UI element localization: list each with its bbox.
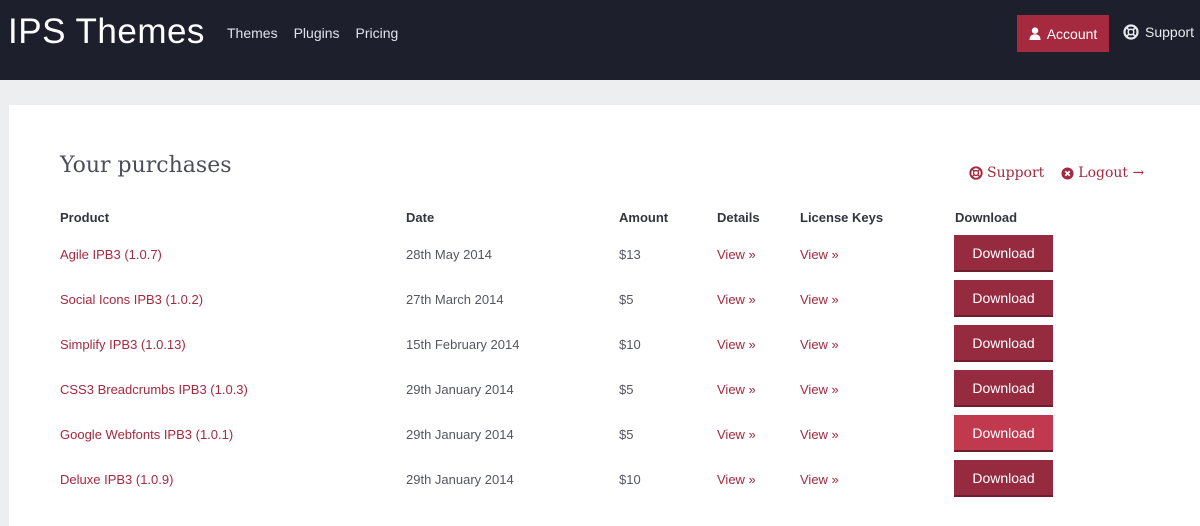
purchase-date: 27th March 2014 xyxy=(406,292,504,307)
support-link[interactable]: Support xyxy=(969,165,1044,181)
user-icon xyxy=(1029,27,1041,40)
purchase-amount: $5 xyxy=(619,427,634,442)
lifebuoy-icon xyxy=(1123,24,1139,40)
product-link[interactable]: Deluxe IPB3 (1.0.9) xyxy=(60,472,173,487)
account-button[interactable]: Account xyxy=(1017,15,1109,52)
table-row: CSS3 Breadcrumbs IPB3 (1.0.3) 29th Janua… xyxy=(9,368,1200,413)
purchase-amount: $5 xyxy=(619,292,634,307)
details-view-link[interactable]: View » xyxy=(717,427,756,442)
purchase-date: 15th February 2014 xyxy=(406,337,520,352)
download-button[interactable]: Download xyxy=(954,280,1053,317)
purchase-amount: $5 xyxy=(619,382,634,397)
lifebuoy-icon xyxy=(969,166,983,180)
column-header-details: Details xyxy=(717,210,760,225)
purchase-amount: $13 xyxy=(619,247,641,262)
page-title: Your purchases xyxy=(60,153,232,178)
panel-links: Support Logout → xyxy=(969,165,1144,181)
purchases-panel: Your purchases Support Logout → Product … xyxy=(9,105,1200,526)
product-link[interactable]: Social Icons IPB3 (1.0.2) xyxy=(60,292,203,307)
column-header-product: Product xyxy=(60,210,110,225)
details-view-link[interactable]: View » xyxy=(717,247,756,262)
column-header-amount: Amount xyxy=(619,210,669,225)
table-row: Simplify IPB3 (1.0.13) 15th February 201… xyxy=(9,323,1200,368)
license-keys-view-link[interactable]: View » xyxy=(800,472,839,487)
license-keys-view-link[interactable]: View » xyxy=(800,427,839,442)
purchase-amount: $10 xyxy=(619,337,641,352)
product-link[interactable]: CSS3 Breadcrumbs IPB3 (1.0.3) xyxy=(60,382,248,397)
support-nav-link[interactable]: Support xyxy=(1123,24,1194,40)
product-link[interactable]: Google Webfonts IPB3 (1.0.1) xyxy=(60,427,233,442)
purchase-date: 28th May 2014 xyxy=(406,247,493,262)
brand-logo[interactable]: IPS Themes xyxy=(8,12,205,52)
license-keys-view-link[interactable]: View » xyxy=(800,292,839,307)
license-keys-view-link[interactable]: View » xyxy=(800,382,839,397)
details-view-link[interactable]: View » xyxy=(717,382,756,397)
nav-plugins[interactable]: Plugins xyxy=(294,25,340,41)
table-row: Google Webfonts IPB3 (1.0.1) 29th Januar… xyxy=(9,413,1200,458)
download-button[interactable]: Download xyxy=(954,460,1053,497)
download-button[interactable]: Download xyxy=(954,325,1053,362)
support-label: Support xyxy=(1145,24,1195,40)
table-row: Deluxe IPB3 (1.0.9) 29th January 2014 $1… xyxy=(9,458,1200,503)
main-nav: Themes Plugins Pricing xyxy=(227,25,414,41)
purchase-date: 29th January 2014 xyxy=(406,427,514,442)
column-header-date: Date xyxy=(406,210,435,225)
license-keys-view-link[interactable]: View » xyxy=(800,247,839,262)
table-row: Agile IPB3 (1.0.7) 28th May 2014 $13 Vie… xyxy=(9,233,1200,278)
top-navbar: IPS Themes Themes Plugins Pricing Accoun… xyxy=(0,0,1200,80)
download-button[interactable]: Download xyxy=(954,370,1053,407)
details-view-link[interactable]: View » xyxy=(717,337,756,352)
table-row: Social Icons IPB3 (1.0.2) 27th March 201… xyxy=(9,278,1200,323)
logout-link[interactable]: Logout → xyxy=(1061,165,1144,181)
license-keys-view-link[interactable]: View » xyxy=(800,337,839,352)
details-view-link[interactable]: View » xyxy=(717,292,756,307)
purchase-amount: $10 xyxy=(619,472,641,487)
purchase-date: 29th January 2014 xyxy=(406,382,514,397)
product-link[interactable]: Simplify IPB3 (1.0.13) xyxy=(60,337,186,352)
nav-pricing[interactable]: Pricing xyxy=(356,25,399,41)
column-header-download: Download xyxy=(955,210,1018,225)
product-link[interactable]: Agile IPB3 (1.0.7) xyxy=(60,247,162,262)
details-view-link[interactable]: View » xyxy=(717,472,756,487)
nav-themes[interactable]: Themes xyxy=(227,25,278,41)
account-label: Account xyxy=(1046,25,1098,42)
download-button[interactable]: Download xyxy=(954,415,1053,452)
purchase-date: 29th January 2014 xyxy=(406,472,514,487)
close-circle-icon xyxy=(1061,166,1074,180)
download-button[interactable]: Download xyxy=(954,235,1053,272)
column-header-license-keys: License Keys xyxy=(800,210,884,225)
logout-link-label: Logout → xyxy=(1078,165,1145,181)
support-link-label: Support xyxy=(987,165,1045,181)
